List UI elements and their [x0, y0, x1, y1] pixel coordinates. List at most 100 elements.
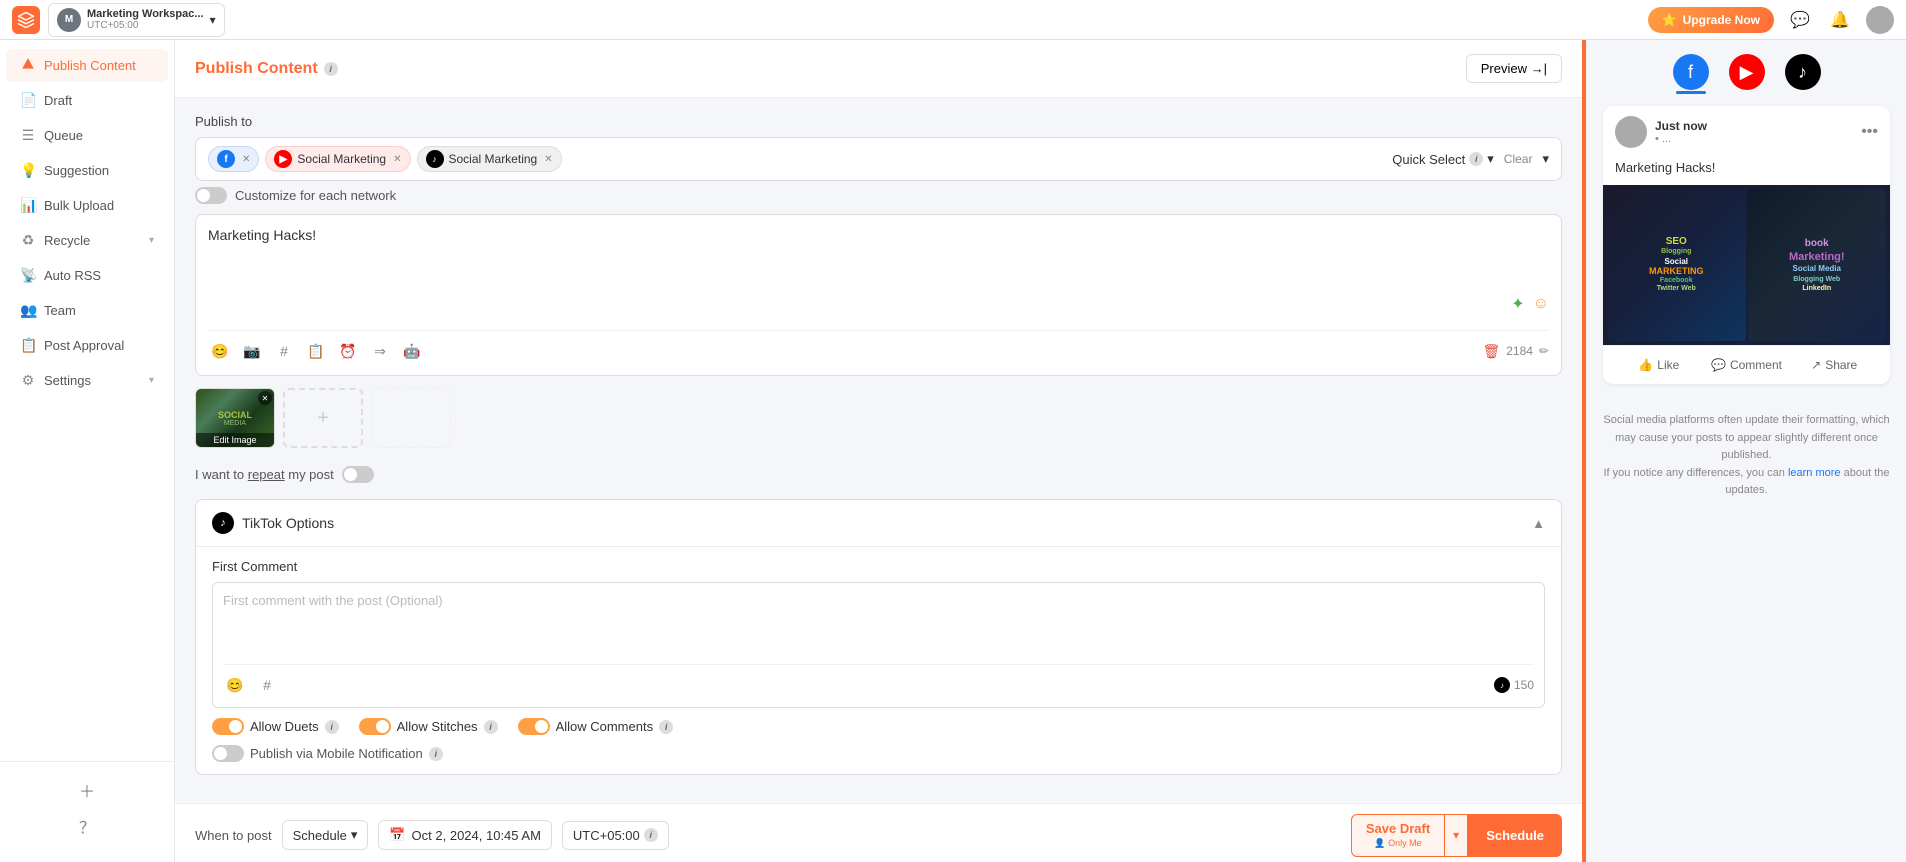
image-remove-icon[interactable]: ✕ — [258, 391, 272, 405]
preview-tab-youtube[interactable]: ▶ — [1729, 54, 1765, 90]
allow-duets-knob — [229, 720, 242, 733]
tiktok-collapse-icon[interactable]: ▲ — [1532, 516, 1545, 531]
allow-duets-toggle[interactable] — [212, 718, 244, 735]
first-comment-textarea[interactable] — [223, 593, 1534, 653]
post-textarea[interactable]: Marketing Hacks! — [208, 227, 1549, 287]
approval-icon: 📋 — [20, 337, 36, 354]
schedule-type-select[interactable]: Schedule ▾ — [282, 820, 369, 850]
hashtag-icon[interactable]: # — [272, 339, 296, 363]
preview-share-button[interactable]: ↗ Share — [1790, 354, 1878, 376]
quick-select-button[interactable]: Quick Select i ▾ — [1392, 151, 1494, 167]
sidebar-label-approval: Post Approval — [44, 338, 124, 353]
image-row: SOCIAL MEDIA ✕ Edit Image + — [195, 388, 1562, 448]
workspace-info: Marketing Workspac... UTC+05:00 — [87, 8, 204, 31]
tz-info-icon[interactable]: i — [644, 828, 658, 842]
mobile-notify-info-icon[interactable]: i — [429, 747, 443, 761]
image-edit-label[interactable]: Edit Image — [196, 433, 274, 447]
template-icon[interactable]: 📋 — [304, 339, 328, 363]
preview-tab-tiktok[interactable]: ♪ — [1785, 54, 1821, 90]
tiktok-options-header[interactable]: ♪ TikTok Options ▲ — [196, 500, 1561, 547]
comment-emoji-icon[interactable]: 😊 — [223, 673, 247, 697]
user-avatar[interactable] — [1866, 6, 1894, 34]
allow-stitches-info-icon[interactable]: i — [484, 720, 498, 734]
save-draft-dropdown-button[interactable]: ▾ — [1445, 814, 1468, 857]
emoji-icon[interactable]: 😊 — [208, 339, 232, 363]
allow-comments-info-icon[interactable]: i — [659, 720, 673, 734]
sidebar-item-rss[interactable]: 📡 Auto RSS — [6, 259, 168, 292]
preview-user-info: Just now • ... — [1655, 119, 1853, 145]
tk-chip-label: Social Marketing — [449, 152, 538, 166]
upgrade-button[interactable]: ⭐ Upgrade Now — [1648, 7, 1774, 33]
workspace-chevron-icon: ▾ — [210, 13, 216, 27]
schedule-select-chevron-icon: ▾ — [351, 827, 358, 843]
timezone-selector[interactable]: UTC+05:00 i — [562, 821, 669, 850]
editor-title-info-icon[interactable]: i — [324, 62, 338, 76]
save-draft-button[interactable]: Save Draft 👤 Only Me — [1351, 814, 1445, 857]
ai-enhance-icon[interactable]: ☺ — [1533, 295, 1549, 313]
sidebar-item-approval[interactable]: 📋 Post Approval — [6, 329, 168, 362]
messages-icon[interactable]: 💬 — [1786, 6, 1814, 34]
help-icon[interactable]: ？ — [71, 810, 103, 842]
mobile-notify-toggle[interactable] — [212, 745, 244, 762]
app-logo — [12, 6, 40, 34]
preview-tab-facebook[interactable]: f — [1673, 54, 1709, 90]
settings-icon: ⚙ — [20, 372, 36, 389]
workspace-selector[interactable]: M Marketing Workspac... UTC+05:00 ▾ — [48, 3, 225, 37]
clear-button[interactable]: Clear — [1504, 152, 1533, 166]
fb-chip-close[interactable]: ✕ — [242, 154, 250, 165]
sidebar-item-recycle[interactable]: ♻ Recycle ▾ — [6, 224, 168, 257]
calendar-icon: 📅 — [389, 827, 405, 843]
preview-like-button[interactable]: 👍 Like — [1615, 354, 1703, 376]
schedule-date-picker[interactable]: 📅 Oct 2, 2024, 10:45 AM — [378, 820, 552, 850]
add-icon[interactable]: ＋ — [71, 774, 103, 806]
preview-post-time: • ... — [1655, 133, 1853, 145]
preview-more-options-icon[interactable]: ••• — [1861, 123, 1878, 141]
preview-card-actions: 👍 Like 💬 Comment ↗ Share — [1603, 345, 1890, 384]
sidebar-item-bulk[interactable]: 📊 Bulk Upload — [6, 189, 168, 222]
yt-chip-label: Social Marketing — [297, 152, 386, 166]
sidebar-item-settings[interactable]: ⚙ Settings ▾ — [6, 364, 168, 397]
sidebar-item-suggestion[interactable]: 💡 Suggestion — [6, 154, 168, 187]
repeat-toggle[interactable] — [342, 466, 374, 483]
schedule-button[interactable]: Schedule — [1468, 814, 1562, 857]
first-comment-label: First Comment — [212, 559, 1545, 574]
customize-toggle-knob — [197, 189, 210, 202]
queue-icon: ☰ — [20, 127, 36, 144]
expand-channels-icon[interactable]: ▾ — [1542, 151, 1549, 167]
allow-comments-toggle[interactable] — [518, 718, 550, 735]
schedule-icon[interactable]: ⏰ — [336, 339, 360, 363]
preview-comment-button[interactable]: 💬 Comment — [1703, 354, 1791, 376]
char-edit-icon[interactable]: ✏ — [1539, 344, 1549, 358]
sidebar-item-queue[interactable]: ☰ Queue — [6, 119, 168, 152]
customize-toggle[interactable] — [195, 187, 227, 204]
preview-button[interactable]: Preview →| — [1466, 54, 1562, 83]
sidebar-item-draft[interactable]: 📄 Draft — [6, 84, 168, 117]
channel-chip-yt[interactable]: ▶ Social Marketing ✕ — [265, 146, 410, 172]
allow-duets-label: Allow Duets — [250, 719, 319, 734]
notifications-icon[interactable]: 🔔 — [1826, 6, 1854, 34]
photo-icon[interactable]: 📷 — [240, 339, 264, 363]
topbar-right: ⭐ Upgrade Now 💬 🔔 — [1648, 6, 1894, 34]
sidebar-item-publish[interactable]: Publish Content — [6, 49, 168, 82]
ai-toolbar: ✦ ☺ — [208, 290, 1549, 322]
channel-chip-tk[interactable]: ♪ Social Marketing ✕ — [417, 146, 562, 172]
link-icon[interactable]: ⇒ — [368, 339, 392, 363]
image-thumb-1[interactable]: SOCIAL MEDIA ✕ Edit Image — [195, 388, 275, 448]
tk-chip-close[interactable]: ✕ — [544, 154, 552, 165]
sidebar-item-team[interactable]: 👥 Team — [6, 294, 168, 327]
tiktok-options-body: First Comment 😊 # ♪ 150 — [196, 547, 1561, 774]
workspace-timezone: UTC+05:00 — [87, 20, 204, 31]
allow-stitches-toggle[interactable] — [359, 718, 391, 735]
editor-body: Publish to f ✕ ▶ Social Marketing ✕ — [175, 98, 1582, 803]
add-image-button[interactable]: + — [283, 388, 363, 448]
allow-duets-info-icon[interactable]: i — [325, 720, 339, 734]
ai-write-icon[interactable]: ✦ — [1511, 294, 1524, 314]
channel-chip-fb[interactable]: f ✕ — [208, 146, 259, 172]
sidebar: Publish Content 📄 Draft ☰ Queue 💡 Sugges… — [0, 40, 175, 862]
comment-hashtag-icon[interactable]: # — [255, 673, 279, 697]
yt-chip-close[interactable]: ✕ — [393, 154, 401, 165]
robot-icon[interactable]: 🤖 — [400, 339, 424, 363]
rss-icon: 📡 — [20, 267, 36, 284]
learn-more-link[interactable]: learn more — [1788, 467, 1841, 479]
comment-char-count: ♪ 150 — [1494, 677, 1534, 693]
